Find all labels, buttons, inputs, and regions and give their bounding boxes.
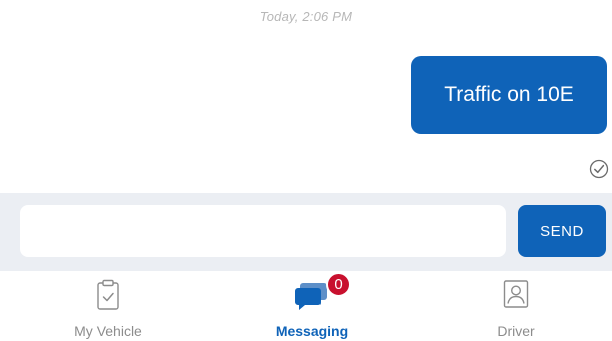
delivered-check-icon (589, 159, 609, 179)
tab-my-vehicle[interactable]: My Vehicle (6, 271, 210, 341)
tab-my-vehicle-label: My Vehicle (74, 323, 142, 339)
message-input[interactable] (20, 205, 506, 257)
tab-messaging-label: Messaging (275, 323, 349, 339)
tab-driver-label: Driver (497, 323, 535, 339)
driver-id-icon (503, 280, 529, 308)
message-timestamp: Today, 2:06 PM (259, 9, 353, 24)
message-composer: SEND (0, 193, 612, 271)
chat-bubbles-icon (295, 283, 327, 310)
clipboard-check-icon (97, 279, 119, 310)
messaging-screen: Today, 2:06 PM Traffic on 10E SEND My Ve… (0, 0, 612, 341)
send-button[interactable]: SEND (518, 205, 606, 257)
outgoing-message-bubble[interactable]: Traffic on 10E (411, 56, 607, 134)
tab-messaging[interactable]: Messaging (210, 271, 414, 341)
unread-badge: 0 (326, 272, 351, 297)
bottom-tab-bar: My Vehicle Messaging Driver (0, 271, 612, 341)
tab-driver[interactable]: Driver (414, 271, 612, 341)
